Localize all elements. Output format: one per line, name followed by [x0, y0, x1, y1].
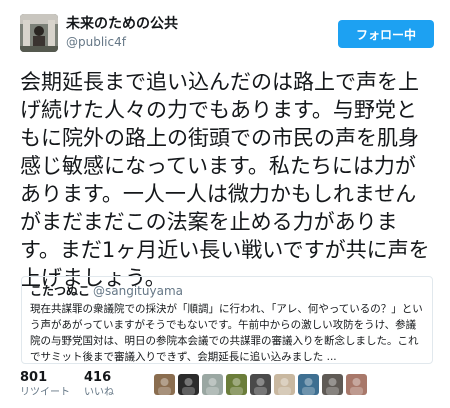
liker-avatars [154, 374, 367, 395]
quoted-tweet-header: こたつぬこ @sangituyama [30, 283, 424, 299]
liker-avatar-icon [206, 378, 219, 395]
tweet-stats: 801 リツイート 416 いいね [20, 370, 434, 406]
retweet-stat[interactable]: 801 リツイート [20, 370, 70, 400]
liker-avatar-icon [158, 378, 171, 395]
liker-avatar-icon [278, 378, 291, 395]
liker-avatar-icon [182, 378, 195, 395]
like-stat[interactable]: 416 いいね [84, 370, 114, 400]
liker-avatar-5[interactable] [250, 374, 271, 395]
like-label: いいね [84, 387, 114, 398]
liker-avatar-8[interactable] [322, 374, 343, 395]
avatar-icon [20, 14, 58, 52]
quoted-tweet[interactable]: こたつぬこ @sangituyama 現在共謀罪の衆議院での採決が「順調」に行われ… [21, 276, 433, 364]
author-names: 未来のための公共 @public4f [66, 14, 178, 50]
author-avatar[interactable] [20, 14, 58, 52]
like-count: 416 [84, 370, 112, 385]
liker-avatar-7[interactable] [298, 374, 319, 395]
quoted-tweet-text: 現在共謀罪の衆議院での採決が「順調」に行われ、「アレ、何やっているの？」という声… [30, 303, 423, 363]
liker-avatar-6[interactable] [274, 374, 295, 395]
liker-avatar-icon [302, 378, 315, 395]
liker-avatar-icon [326, 378, 339, 395]
retweet-count: 801 [20, 370, 48, 385]
author-display-name[interactable]: 未来のための公共 [66, 14, 178, 34]
retweet-label: リツイート [20, 387, 70, 398]
quoted-display-name: こたつぬこ [30, 284, 91, 298]
liker-avatar-icon [230, 378, 243, 395]
liker-avatar-9[interactable] [346, 374, 367, 395]
following-button[interactable]: フォロー中 [338, 20, 434, 48]
liker-avatar-2[interactable] [178, 374, 199, 395]
liker-avatar-3[interactable] [202, 374, 223, 395]
tweet-header: 未来のための公共 @public4f フォロー中 [20, 14, 434, 58]
author-handle[interactable]: @public4f [66, 34, 178, 50]
liker-avatar-4[interactable] [226, 374, 247, 395]
liker-avatar-1[interactable] [154, 374, 175, 395]
tweet-text: 会期延長まで追い込んだのは路上で声を上げ続けた人々の力でもあります。与野党ともに… [20, 70, 430, 290]
quoted-handle: @sangituyama [93, 284, 183, 298]
liker-avatar-icon [254, 378, 267, 395]
liker-avatar-icon [350, 378, 363, 395]
